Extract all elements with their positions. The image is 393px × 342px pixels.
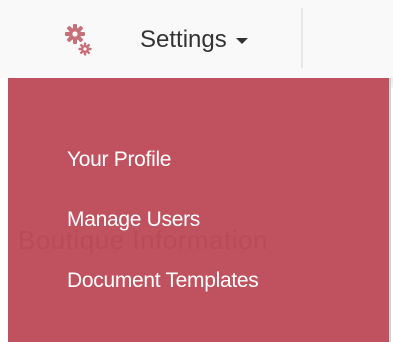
settings-dropdown-toggle[interactable]: Settings — [64, 20, 248, 60]
menu-item-manage-users[interactable]: Manage Users — [67, 208, 200, 232]
gears-icon — [64, 23, 92, 57]
menu-item-your-profile[interactable]: Your Profile — [67, 148, 172, 172]
caret-down-icon — [235, 38, 248, 44]
settings-label: Settings — [140, 26, 227, 53]
top-nav-bar: Settings — [0, 0, 393, 78]
nav-divider — [301, 8, 303, 68]
menu-item-document-templates[interactable]: Document Templates — [67, 269, 259, 293]
